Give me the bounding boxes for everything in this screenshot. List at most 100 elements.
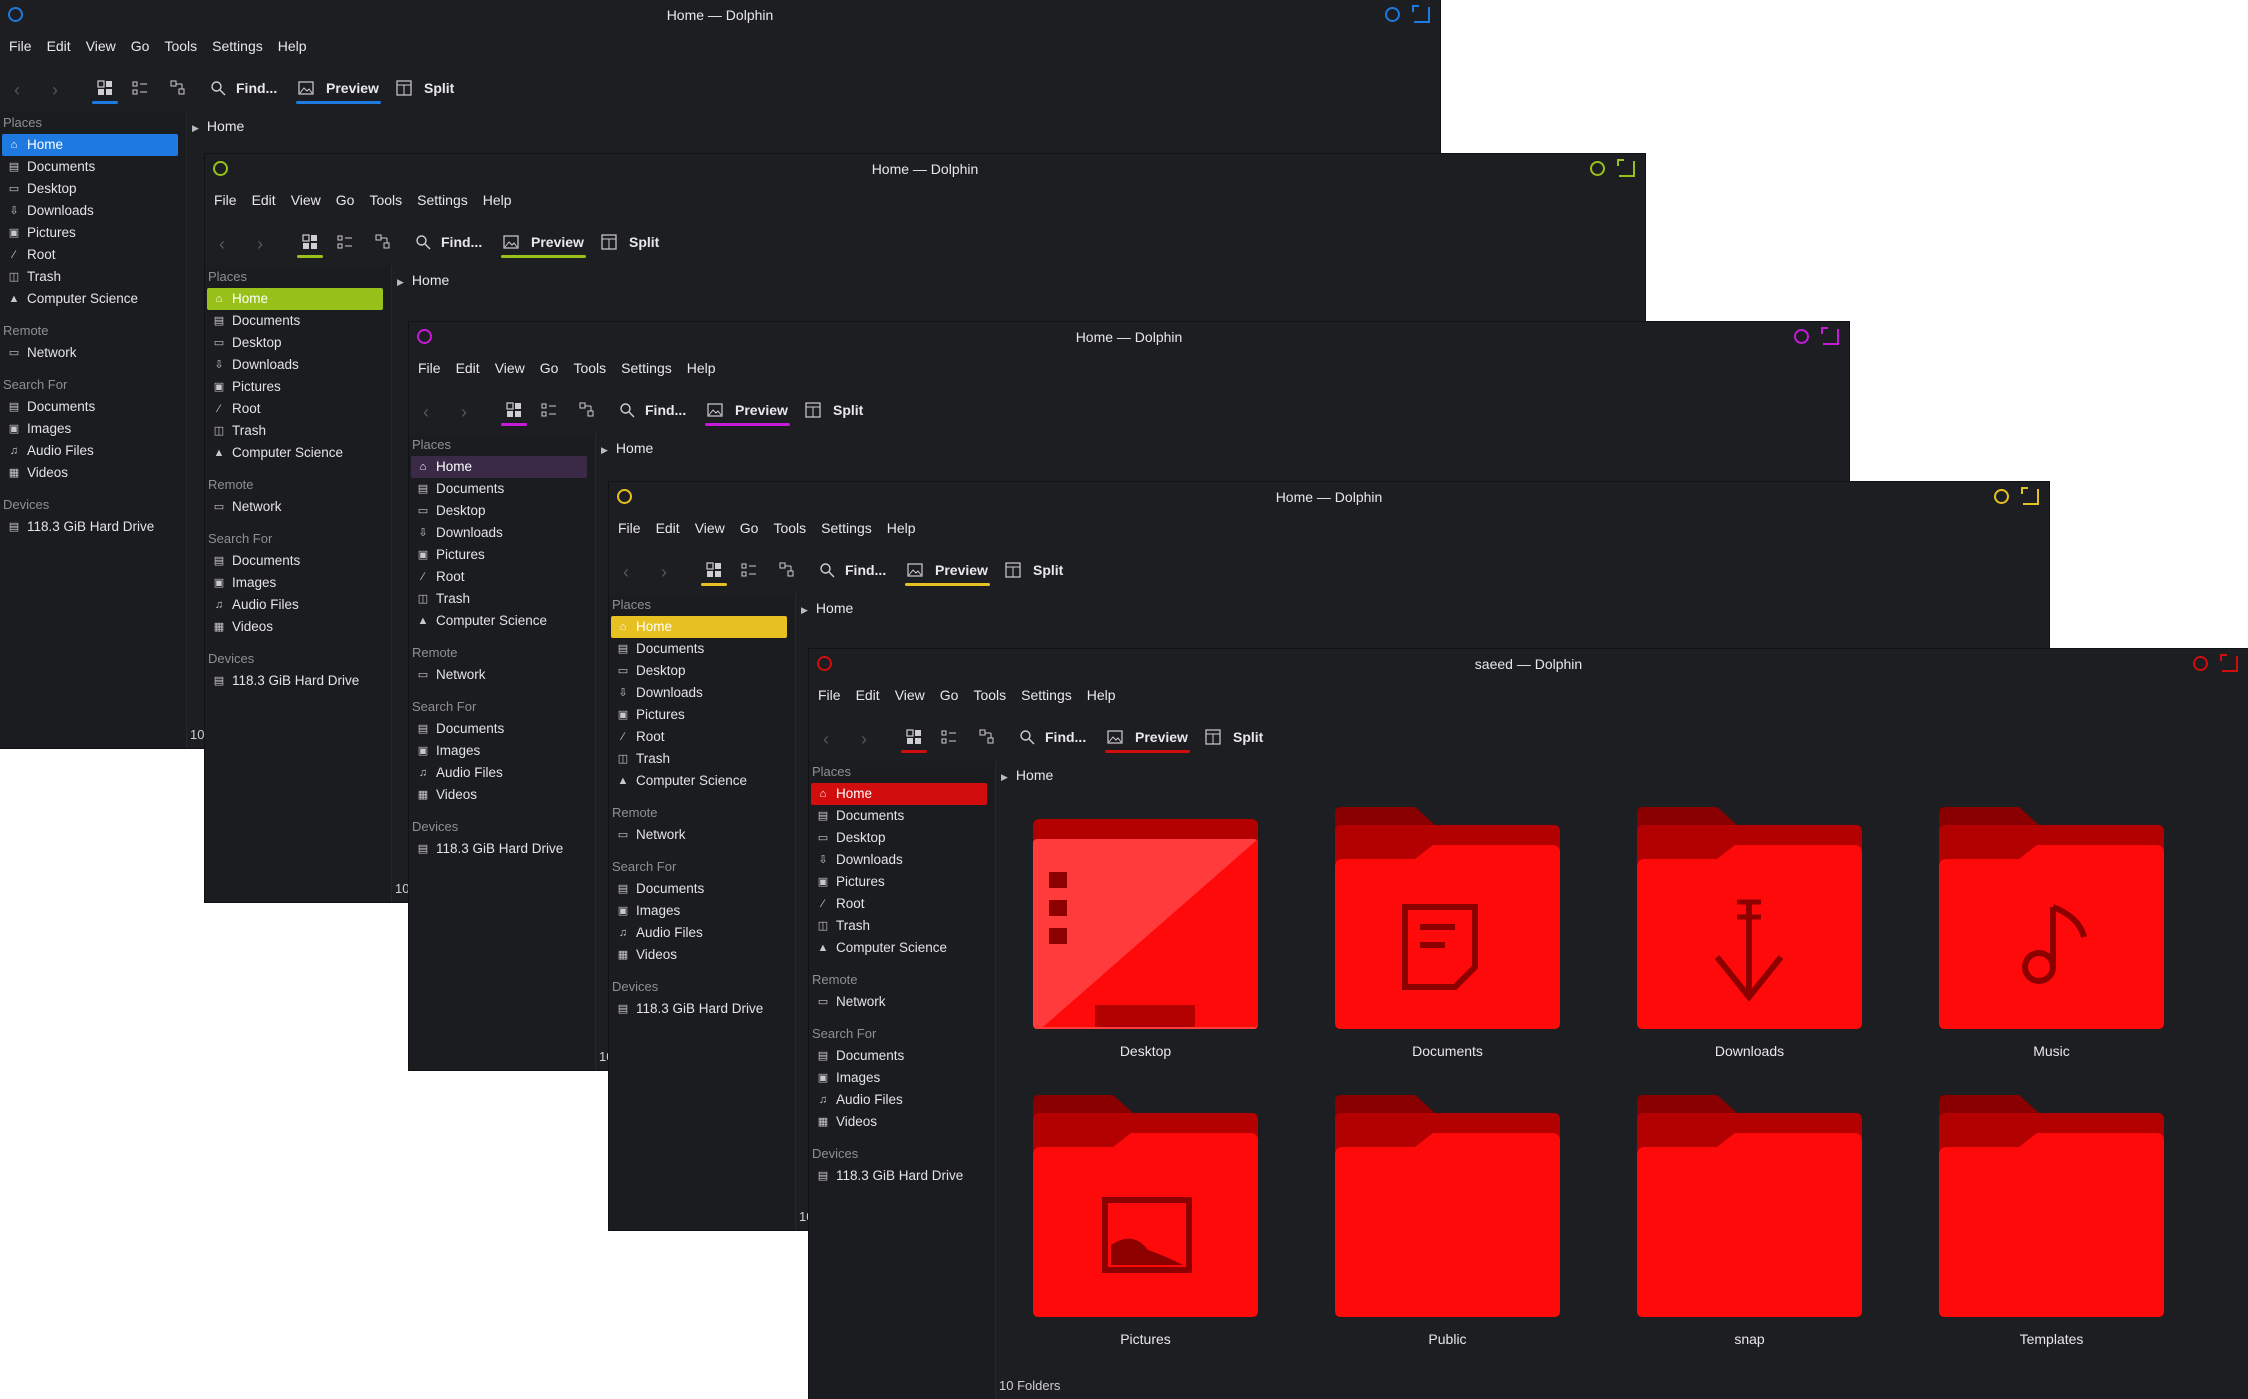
panel-divider[interactable] [795, 594, 796, 1230]
minimize-icon[interactable] [2193, 656, 2208, 671]
sidebar-item-documents[interactable]: ▤ Documents [611, 878, 787, 900]
forward-icon[interactable]: › [661, 562, 667, 583]
menu-view[interactable]: View [690, 518, 735, 540]
menu-tools[interactable]: Tools [159, 36, 207, 58]
breadcrumb-home[interactable]: Home [616, 440, 653, 456]
sidebar-item-pictures[interactable]: ▣ Pictures [2, 222, 178, 244]
menu-tools[interactable]: Tools [968, 685, 1016, 707]
sidebar-item-documents[interactable]: ▤ Documents [207, 550, 383, 572]
minimize-icon[interactable] [1385, 7, 1400, 22]
maximize-icon[interactable] [2220, 654, 2238, 672]
sidebar-item-images[interactable]: ▣ Images [811, 1067, 987, 1089]
sidebar-item-trash[interactable]: ◫ Trash [411, 588, 587, 610]
preview-button[interactable]: Preview [1105, 723, 1190, 753]
menu-edit[interactable]: Edit [851, 685, 890, 707]
sidebar-item-videos[interactable]: ▦ Videos [611, 944, 787, 966]
find-button[interactable]: Find... [819, 556, 886, 584]
split-button[interactable]: Split [1005, 556, 1063, 584]
folder-item-downloads[interactable]: Downloads [1637, 807, 1862, 1059]
panel-divider[interactable] [595, 434, 596, 1070]
find-button[interactable]: Find... [210, 74, 277, 102]
sidebar-item-118-3-gib-hard-drive[interactable]: ▤ 118.3 GiB Hard Drive [411, 838, 587, 860]
sidebar-item-downloads[interactable]: ⇩ Downloads [611, 682, 787, 704]
menu-settings[interactable]: Settings [207, 36, 273, 58]
sidebar-item-network[interactable]: ▭ Network [611, 824, 787, 846]
titlebar[interactable]: saeed — Dolphin [809, 649, 2248, 679]
sidebar-item-trash[interactable]: ◫ Trash [2, 266, 178, 288]
breadcrumb[interactable]: ▶ Home [192, 118, 244, 134]
back-icon[interactable]: ‹ [623, 562, 629, 583]
sidebar-item-documents[interactable]: ▤ Documents [2, 396, 178, 418]
sidebar-item-images[interactable]: ▣ Images [2, 418, 178, 440]
panel-divider[interactable] [186, 112, 187, 748]
preview-button[interactable]: Preview [705, 396, 790, 426]
menu-go[interactable]: Go [935, 685, 969, 707]
menu-settings[interactable]: Settings [412, 190, 478, 212]
sidebar-item-images[interactable]: ▣ Images [611, 900, 787, 922]
sidebar-item-documents[interactable]: ▤ Documents [207, 310, 383, 332]
find-button[interactable]: Find... [1019, 723, 1086, 751]
breadcrumb[interactable]: ▶ Home [1001, 767, 1053, 783]
find-button[interactable]: Find... [619, 396, 686, 424]
menu-file[interactable]: File [813, 685, 851, 707]
details-view-button[interactable] [779, 556, 795, 584]
titlebar[interactable]: Home — Dolphin [609, 482, 2049, 512]
breadcrumb-home[interactable]: Home [207, 118, 244, 134]
sidebar-item-home[interactable]: ⌂ Home [207, 288, 383, 310]
sidebar-item-images[interactable]: ▣ Images [411, 740, 587, 762]
titlebar[interactable]: Home — Dolphin [205, 154, 1645, 184]
menu-edit[interactable]: Edit [451, 358, 490, 380]
sidebar-item-downloads[interactable]: ⇩ Downloads [207, 354, 383, 376]
sidebar-item-trash[interactable]: ◫ Trash [811, 915, 987, 937]
sidebar-item-desktop[interactable]: ▭ Desktop [2, 178, 178, 200]
details-view-button[interactable] [979, 723, 995, 751]
sidebar-item-network[interactable]: ▭ Network [411, 664, 587, 686]
split-button[interactable]: Split [805, 396, 863, 424]
folder-item-templates[interactable]: Templates [1939, 1095, 2164, 1347]
sidebar-item-home[interactable]: ⌂ Home [611, 616, 787, 638]
preview-button[interactable]: Preview [296, 74, 381, 104]
menu-file[interactable]: File [613, 518, 651, 540]
icons-view-button[interactable] [901, 723, 927, 753]
sidebar-item-desktop[interactable]: ▭ Desktop [411, 500, 587, 522]
menu-view[interactable]: View [286, 190, 331, 212]
sidebar-item-audio-files[interactable]: ♫ Audio Files [611, 922, 787, 944]
back-icon[interactable]: ‹ [423, 402, 429, 423]
file-view[interactable]: Desktop Documents Downloads Music Pictures Pu… [997, 799, 2248, 1399]
menu-help[interactable]: Help [273, 36, 317, 58]
folder-item-documents[interactable]: Documents [1335, 807, 1560, 1059]
menu-file[interactable]: File [209, 190, 247, 212]
icons-view-button[interactable] [297, 228, 323, 258]
menu-help[interactable]: Help [882, 518, 926, 540]
sidebar-item-pictures[interactable]: ▣ Pictures [611, 704, 787, 726]
sidebar-item-computer-science[interactable]: ▲ Computer Science [411, 610, 587, 632]
sidebar-item-documents[interactable]: ▤ Documents [611, 638, 787, 660]
menu-go[interactable]: Go [126, 36, 160, 58]
sidebar-item-images[interactable]: ▣ Images [207, 572, 383, 594]
sidebar-item-downloads[interactable]: ⇩ Downloads [411, 522, 587, 544]
sidebar-item-home[interactable]: ⌂ Home [411, 456, 587, 478]
menu-settings[interactable]: Settings [816, 518, 882, 540]
sidebar-item-trash[interactable]: ◫ Trash [611, 748, 787, 770]
forward-icon[interactable]: › [257, 234, 263, 255]
split-button[interactable]: Split [396, 74, 454, 102]
sidebar-item-trash[interactable]: ◫ Trash [207, 420, 383, 442]
menu-tools[interactable]: Tools [568, 358, 616, 380]
menu-settings[interactable]: Settings [1016, 685, 1082, 707]
sidebar-item-pictures[interactable]: ▣ Pictures [411, 544, 587, 566]
menu-edit[interactable]: Edit [42, 36, 81, 58]
sidebar-item-downloads[interactable]: ⇩ Downloads [811, 849, 987, 871]
menu-file[interactable]: File [4, 36, 42, 58]
menu-help[interactable]: Help [682, 358, 726, 380]
breadcrumb-home[interactable]: Home [412, 272, 449, 288]
sidebar-item-118-3-gib-hard-drive[interactable]: ▤ 118.3 GiB Hard Drive [2, 516, 178, 538]
compact-view-button[interactable] [541, 396, 557, 424]
sidebar-item-audio-files[interactable]: ♫ Audio Files [207, 594, 383, 616]
back-icon[interactable]: ‹ [14, 80, 20, 101]
titlebar[interactable]: Home — Dolphin [409, 322, 1849, 352]
maximize-icon[interactable] [1617, 159, 1635, 177]
preview-button[interactable]: Preview [501, 228, 586, 258]
compact-view-button[interactable] [941, 723, 957, 751]
split-button[interactable]: Split [601, 228, 659, 256]
sidebar-item-computer-science[interactable]: ▲ Computer Science [207, 442, 383, 464]
